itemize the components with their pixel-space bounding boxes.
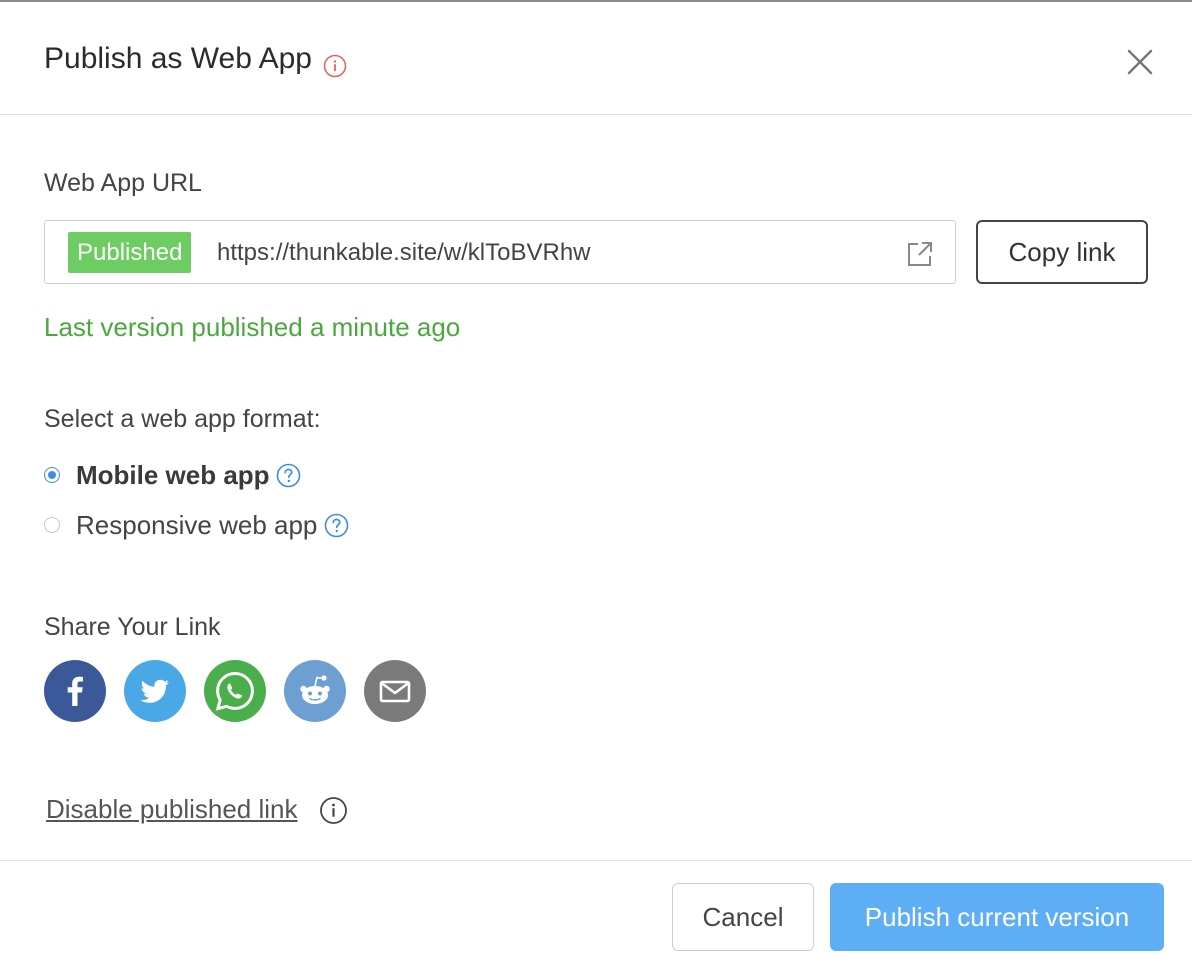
published-url[interactable]: https://thunkable.site/w/klToBVRhw	[217, 239, 591, 267]
disable-published-link[interactable]: Disable published link	[46, 794, 297, 825]
share-label: Share Your Link	[44, 613, 221, 641]
web-app-url-label: Web App URL	[44, 169, 202, 197]
dialog-footer: Cancel Publish current version	[0, 860, 1192, 962]
whatsapp-icon	[215, 671, 254, 711]
email-icon	[379, 680, 411, 703]
share-buttons	[44, 660, 444, 724]
dialog-title: Publish as Web App	[44, 42, 312, 75]
publish-web-app-dialog: Publish as Web App Web App URL Published…	[0, 0, 1192, 962]
mobile-web-app-label[interactable]: Mobile web app	[76, 460, 270, 491]
external-link-icon[interactable]	[905, 239, 935, 269]
publish-status: Last version published a minute ago	[44, 312, 461, 342]
close-icon[interactable]	[1124, 46, 1156, 78]
facebook-share-button[interactable]	[44, 660, 106, 722]
cancel-button[interactable]: Cancel	[672, 883, 814, 951]
twitter-share-button[interactable]	[124, 660, 186, 722]
mobile-web-app-radio[interactable]	[44, 467, 60, 483]
question-circle-icon[interactable]	[276, 463, 301, 488]
email-share-button[interactable]	[364, 660, 426, 722]
responsive-web-app-label[interactable]: Responsive web app	[76, 510, 317, 541]
reddit-icon	[300, 675, 330, 704]
publish-current-version-button[interactable]: Publish current version	[830, 883, 1164, 951]
dialog-header: Publish as Web App	[0, 4, 1192, 115]
format-option-responsive[interactable]: Responsive web app	[44, 510, 364, 540]
published-url-field[interactable]: Published https://thunkable.site/w/klToB…	[44, 220, 956, 284]
format-option-mobile[interactable]: Mobile web app	[44, 460, 314, 490]
reddit-share-button[interactable]	[284, 660, 346, 722]
published-badge: Published	[68, 232, 192, 273]
question-circle-icon[interactable]	[324, 513, 349, 538]
facebook-icon	[67, 676, 83, 706]
responsive-web-app-radio[interactable]	[44, 517, 60, 533]
info-icon[interactable]	[319, 796, 348, 825]
twitter-icon	[140, 679, 169, 703]
whatsapp-share-button[interactable]	[204, 660, 266, 722]
format-label: Select a web app format:	[44, 405, 321, 433]
info-icon[interactable]	[323, 54, 347, 78]
copy-link-button[interactable]: Copy link	[976, 220, 1148, 284]
